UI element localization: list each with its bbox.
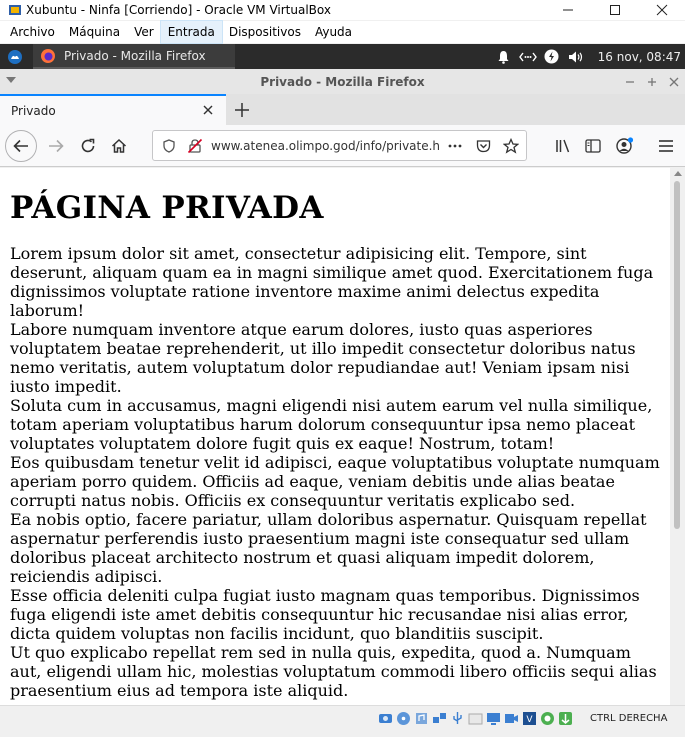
maximize-icon [610,5,620,15]
guest-additions-icon[interactable] [540,711,555,726]
close-icon [203,105,213,115]
panel-clock[interactable]: 16 nov, 08:47 [598,50,681,64]
reload-icon [81,138,95,153]
shared-folders-icon[interactable] [468,711,483,726]
sidebar-button[interactable] [578,131,608,161]
page-actions-icon[interactable] [446,137,464,155]
paragraph-7: Ut quo explicabo repellat rem sed in nul… [10,643,657,700]
ff-minimize-button[interactable] [619,69,641,94]
menu-maquina[interactable]: Máquina [62,21,127,43]
bookmark-star-icon[interactable] [502,137,520,155]
tab-privado[interactable]: Privado [0,94,226,125]
tracking-shield-icon[interactable] [160,137,178,155]
firefox-icon [41,48,55,63]
network-adapter-icon[interactable] [432,711,447,726]
home-icon [111,138,127,153]
scroll-up-arrow-icon[interactable] [674,171,682,176]
vbox-statusbar: V CTRL DERECHA [0,705,685,737]
paragraph-5: Ea nobis optio, facere pariatur, ullam d… [10,510,647,586]
video-capture-icon[interactable] [504,711,519,726]
scroll-thumb[interactable] [674,181,680,529]
window-title: Xubuntu - Ninfa [Corriendo] - Oracle VM … [26,3,331,17]
nav-toolbar: www.atenea.olimpo.god/info/private.h [0,125,685,167]
tab-close-button[interactable] [200,102,216,118]
close-icon [656,4,668,16]
home-button[interactable] [104,131,134,161]
virtualbox-icon [9,5,21,15]
close-icon [669,77,679,86]
taskbar-label: Privado - Mozilla Firefox [64,48,206,63]
insecure-connection-icon[interactable] [186,137,204,155]
mouse-integration-icon[interactable] [558,711,573,726]
back-arrow-icon [13,139,28,153]
audio-icon[interactable] [414,711,429,726]
menu-ayuda[interactable]: Ayuda [308,21,359,43]
menu-ver[interactable]: Ver [127,21,161,43]
taskbar-firefox-button[interactable]: Privado - Mozilla Firefox [33,44,235,69]
xfce-menu-icon[interactable] [7,49,23,65]
vbox-titlebar: Xubuntu - Ninfa [Corriendo] - Oracle VM … [0,0,685,20]
plus-icon [235,103,249,117]
vbox-menubar: Archivo Máquina Ver Entrada Dispositivos… [0,20,685,44]
notification-bell-icon[interactable] [495,48,513,66]
minimize-button[interactable] [545,0,591,20]
reload-button[interactable] [73,131,103,161]
url-text[interactable]: www.atenea.olimpo.god/info/private.h [211,139,441,153]
optical-drive-icon[interactable] [396,711,411,726]
virtualization-icon[interactable]: V [522,711,537,726]
volume-icon[interactable] [567,48,585,66]
new-tab-button[interactable] [230,98,254,122]
maximize-button[interactable] [592,0,638,20]
menu-dispositivos[interactable]: Dispositivos [222,21,308,43]
svg-text:V: V [526,715,533,725]
host-key-label: CTRL DERECHA [590,713,668,724]
paragraph-4: Eos quibusdam tenetur velit id adipisci,… [10,453,660,510]
network-icon[interactable] [518,48,537,66]
page-heading: PÁGINA PRIVADA [10,190,324,226]
display-icon[interactable] [486,711,501,726]
paragraph-3: Soluta cum in accusamus, magni eligendi … [10,396,653,453]
page-content: PÁGINA PRIVADA Lorem ipsum dolor sit ame… [0,168,670,705]
back-button[interactable] [5,130,37,162]
pocket-icon[interactable] [474,137,492,155]
maximize-plus-icon [648,77,656,86]
minimize-icon [626,80,634,83]
system-tray: 16 nov, 08:47 [492,44,685,69]
open-menu-button[interactable] [651,131,681,161]
window-menu-icon[interactable] [6,77,16,83]
library-button[interactable] [548,131,578,161]
power-icon[interactable] [543,48,561,66]
paragraph-6: Esse officia deleniti culpa fugiat iusto… [10,586,640,643]
sidebar-icon [585,139,601,153]
page-scrollbar[interactable] [670,168,685,705]
firefox-window-title: Privado - Mozilla Firefox [260,74,425,89]
menu-archivo[interactable]: Archivo [3,21,62,43]
tab-label: Privado [11,103,56,118]
hard-disk-icon[interactable] [378,711,393,726]
forward-button[interactable] [41,131,71,161]
paragraph-2: Labore numquam inventore atque earum dol… [10,320,636,396]
firefox-titlebar: Privado - Mozilla Firefox [0,69,685,94]
account-icon [616,137,634,154]
menu-entrada[interactable]: Entrada [159,20,223,44]
account-button[interactable] [610,131,640,161]
ff-maximize-button[interactable] [641,69,663,94]
url-bar[interactable]: www.atenea.olimpo.god/info/private.h [152,130,527,161]
forward-arrow-icon [49,139,64,153]
ff-close-button[interactable] [663,69,685,94]
tab-strip: Privado [0,94,685,125]
minimize-icon [563,9,573,11]
usb-icon[interactable] [450,711,465,726]
paragraph-1: Lorem ipsum dolor sit amet, consectetur … [10,244,654,320]
hamburger-menu-icon [659,140,673,152]
close-button[interactable] [639,0,685,20]
library-icon [556,139,570,153]
xfce-panel: Privado - Mozilla Firefox 16 nov, 08:47 [0,44,685,69]
device-status-icons: V [378,711,576,726]
